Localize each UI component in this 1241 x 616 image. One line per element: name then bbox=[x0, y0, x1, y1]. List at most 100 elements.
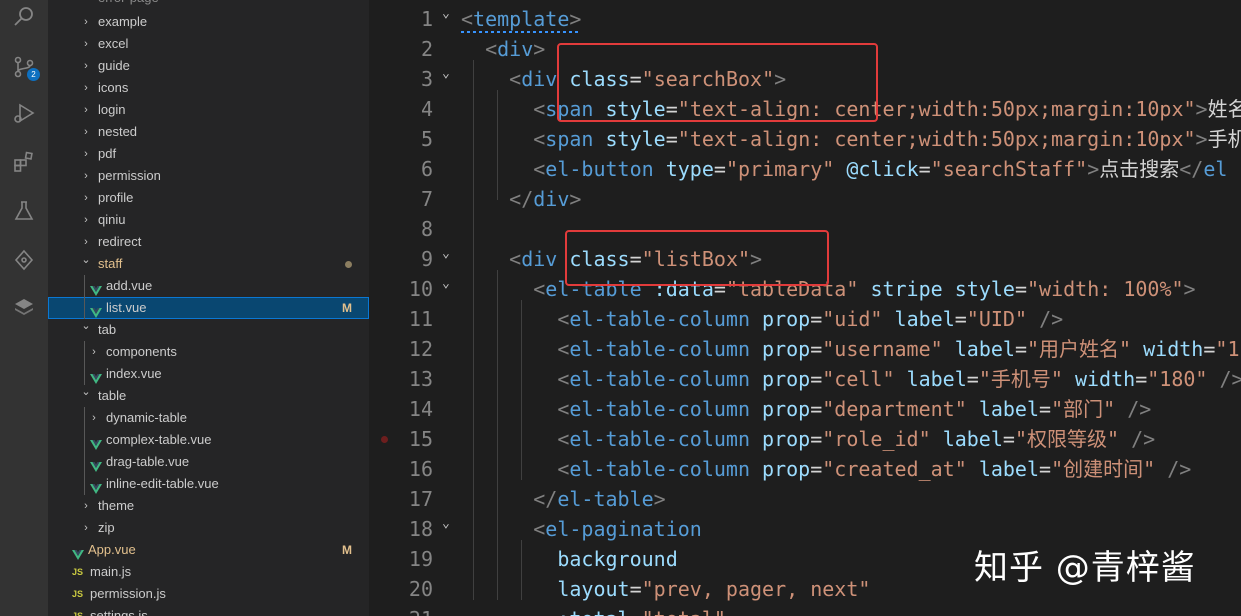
code-line[interactable]: 15 <el-table-column prop="role_id" label… bbox=[369, 424, 1241, 454]
folder-row[interactable]: ⌄ table bbox=[48, 385, 369, 407]
code-token: el-button bbox=[545, 157, 654, 181]
line-number: 10 bbox=[408, 277, 433, 301]
code-line[interactable]: 1 ⌄ <template> bbox=[369, 4, 1241, 34]
code-token: < bbox=[557, 367, 570, 391]
fold-chevron-icon[interactable]: ⌄ bbox=[442, 269, 450, 299]
fold-chevron-icon[interactable]: ⌄ bbox=[442, 0, 450, 29]
code-line[interactable]: 13 <el-table-column prop="cell" label="手… bbox=[369, 364, 1241, 394]
code-token: = bbox=[954, 307, 967, 331]
folder-row[interactable]: › zip bbox=[48, 517, 369, 539]
folder-row[interactable]: › components bbox=[48, 341, 369, 363]
file-row[interactable]: App.vue M bbox=[48, 539, 369, 561]
code-line[interactable]: 14 <el-table-column prop="department" la… bbox=[369, 394, 1241, 424]
folder-row[interactable]: › login bbox=[48, 99, 369, 121]
code-line[interactable]: 12 <el-table-column prop="username" labe… bbox=[369, 334, 1241, 364]
vue-file-icon bbox=[90, 479, 102, 494]
folder-row[interactable]: › redirect bbox=[48, 231, 369, 253]
js-file-icon: JS bbox=[72, 567, 84, 577]
testing-icon[interactable] bbox=[12, 199, 36, 223]
code-token: = bbox=[810, 307, 823, 331]
code-text: <template> bbox=[461, 4, 581, 34]
chevron-right-icon: › bbox=[84, 170, 88, 182]
fold-chevron-icon[interactable]: ⌄ bbox=[442, 239, 450, 269]
fold-chevron-icon[interactable]: ⌄ bbox=[442, 509, 450, 539]
code-line[interactable]: 16 <el-table-column prop="created_at" la… bbox=[369, 454, 1241, 484]
folder-row[interactable]: › qiniu bbox=[48, 209, 369, 231]
code-token: prop bbox=[762, 337, 811, 361]
code-editor[interactable]: 1 ⌄ <template> 2 <div> 3 ⌄ <div class="search… bbox=[369, 0, 1241, 616]
folder-row[interactable]: › icons bbox=[48, 77, 369, 99]
code-line[interactable]: 21 :total="total" bbox=[369, 604, 1241, 616]
code-text: </div> bbox=[461, 184, 581, 214]
code-token: "手机号" bbox=[978, 367, 1063, 391]
folder-row[interactable]: › excel bbox=[48, 33, 369, 55]
folder-row[interactable]: › dynamic-table bbox=[48, 407, 369, 429]
code-line[interactable]: 7 </div> bbox=[369, 184, 1241, 214]
code-token: = bbox=[810, 457, 823, 481]
folder-row[interactable]: › permission bbox=[48, 165, 369, 187]
js-file-icon: JS bbox=[72, 589, 84, 599]
file-explorer: error-page › example › excel › guide › icons › lo… bbox=[48, 0, 369, 616]
code-text: <el-table-column prop="username" label="… bbox=[461, 334, 1239, 364]
file-row[interactable]: JS settings.js bbox=[48, 605, 369, 616]
code-token: "primary" bbox=[725, 157, 835, 181]
tree-item-label: inline-edit-table.vue bbox=[106, 476, 219, 491]
annotation-highlight-box bbox=[565, 230, 829, 286]
code-token: :total bbox=[557, 607, 629, 616]
folder-row[interactable]: › nested bbox=[48, 121, 369, 143]
folder-row[interactable]: › profile bbox=[48, 187, 369, 209]
code-token: "department" bbox=[822, 397, 967, 421]
explorer-partial-row[interactable]: error-page bbox=[48, 0, 369, 9]
folder-row[interactable]: › theme bbox=[48, 495, 369, 517]
code-token: < bbox=[557, 307, 570, 331]
code-token: prop bbox=[762, 427, 811, 451]
code-line[interactable]: 11 <el-table-column prop="uid" label="UI… bbox=[369, 304, 1241, 334]
chevron-right-icon: › bbox=[84, 214, 88, 226]
run-debug-icon[interactable] bbox=[12, 101, 36, 125]
code-line[interactable]: 17 </el-table> bbox=[369, 484, 1241, 514]
search-icon[interactable] bbox=[12, 5, 36, 29]
file-row[interactable]: JS permission.js bbox=[48, 583, 369, 605]
tree-item-label: excel bbox=[98, 36, 129, 51]
code-token: = bbox=[966, 367, 979, 391]
code-line[interactable]: 5 <span style="text-align: center;width:… bbox=[369, 124, 1241, 154]
line-number: 18 bbox=[408, 517, 433, 541]
file-row[interactable]: complex-table.vue bbox=[48, 429, 369, 451]
folder-row[interactable]: › guide bbox=[48, 55, 369, 77]
layers-icon[interactable] bbox=[12, 296, 36, 320]
tree-item-label: dynamic-table bbox=[106, 410, 187, 425]
code-text: <el-table-column prop="role_id" label="权… bbox=[461, 424, 1155, 454]
code-token: prop bbox=[762, 397, 811, 421]
chevron-right-icon: › bbox=[84, 60, 88, 72]
code-token: </ bbox=[509, 187, 534, 211]
code-token: /> bbox=[1219, 367, 1241, 391]
code-token: 点击搜索 bbox=[1099, 157, 1180, 181]
folder-row[interactable]: › example bbox=[48, 11, 369, 33]
fold-chevron-icon[interactable]: ⌄ bbox=[442, 59, 450, 89]
code-line[interactable]: 6 <el-button type="primary" @click="sear… bbox=[369, 154, 1241, 184]
gitlens-icon[interactable] bbox=[12, 248, 36, 272]
folder-row[interactable]: ⌄ staff bbox=[48, 253, 369, 275]
folder-row[interactable]: ⌄ tab bbox=[48, 319, 369, 341]
file-row[interactable]: JS main.js bbox=[48, 561, 369, 583]
code-text: <el-button type="primary" @click="search… bbox=[461, 154, 1227, 184]
file-row[interactable]: index.vue bbox=[48, 363, 369, 385]
breakpoint-hint-icon[interactable] bbox=[381, 436, 388, 443]
chevron-right-icon: › bbox=[84, 38, 88, 50]
chevron-right-icon: › bbox=[84, 16, 88, 28]
file-row[interactable]: list.vue M bbox=[48, 297, 369, 319]
code-token: 姓名 bbox=[1207, 97, 1241, 121]
folder-row[interactable]: › pdf bbox=[48, 143, 369, 165]
code-token: label bbox=[978, 397, 1040, 421]
file-row[interactable]: drag-table.vue bbox=[48, 451, 369, 473]
code-token: = bbox=[810, 337, 823, 361]
file-row[interactable]: inline-edit-table.vue bbox=[48, 473, 369, 495]
extensions-icon[interactable] bbox=[12, 150, 36, 174]
file-row[interactable]: add.vue bbox=[48, 275, 369, 297]
chevron-down-icon: ⌄ bbox=[81, 386, 91, 398]
